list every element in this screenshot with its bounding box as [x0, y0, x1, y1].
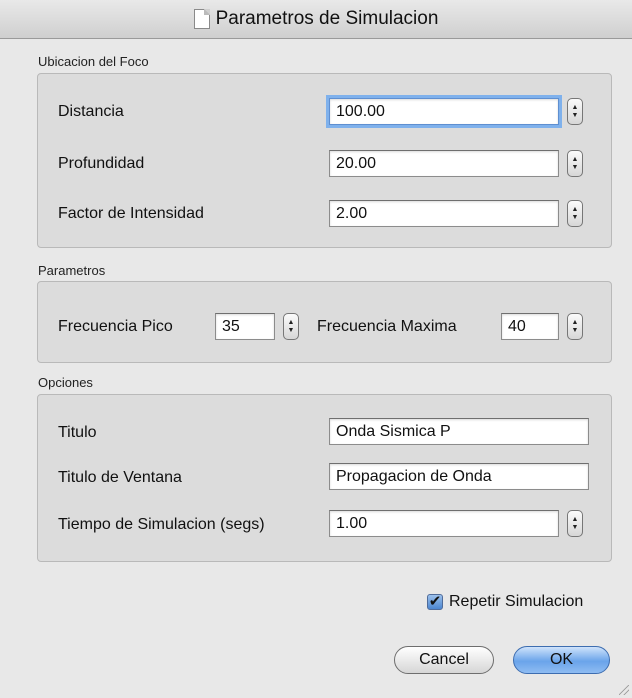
stepper-down-icon[interactable]: ▼	[572, 524, 579, 532]
label-factor-intensidad: Factor de Intensidad	[58, 205, 204, 222]
stepper-down-icon[interactable]: ▼	[572, 327, 579, 335]
checkmark-icon: ✔	[428, 593, 442, 610]
document-icon	[193, 9, 210, 29]
titulo-field[interactable]: Onda Sismica P	[329, 418, 589, 445]
label-frecuencia-pico: Frecuencia Pico	[58, 318, 173, 335]
label-distancia: Distancia	[58, 103, 124, 120]
frecuencia-pico-field[interactable]: 35	[215, 313, 275, 340]
cancel-button[interactable]: Cancel	[394, 646, 494, 674]
stepper-up-icon[interactable]: ▲	[572, 104, 579, 112]
frecuencia-maxima-stepper[interactable]: ▲ ▼	[567, 313, 583, 340]
titulo-ventana-field[interactable]: Propagacion de Onda	[329, 463, 589, 490]
factor-intensidad-field[interactable]: 2.00	[329, 200, 559, 227]
profundidad-stepper[interactable]: ▲ ▼	[567, 150, 583, 177]
label-titulo: Titulo	[58, 424, 97, 441]
window-titlebar[interactable]: Parametros de Simulacion	[0, 0, 632, 39]
stepper-down-icon[interactable]: ▼	[572, 112, 579, 120]
stepper-up-icon[interactable]: ▲	[572, 319, 579, 327]
frecuencia-pico-stepper[interactable]: ▲ ▼	[283, 313, 299, 340]
resize-grip-icon[interactable]	[619, 685, 629, 695]
label-frecuencia-maxima: Frecuencia Maxima	[317, 318, 457, 335]
stepper-down-icon[interactable]: ▼	[572, 164, 579, 172]
tiempo-simulacion-field[interactable]: 1.00	[329, 510, 559, 537]
ok-button[interactable]: OK	[513, 646, 610, 674]
group-label-opciones: Opciones	[38, 375, 93, 390]
stepper-up-icon[interactable]: ▲	[572, 206, 579, 214]
repetir-simulacion-checkbox[interactable]: ✔	[427, 594, 443, 610]
group-label-parametros: Parametros	[38, 263, 106, 278]
repetir-simulacion-label[interactable]: Repetir Simulacion	[449, 593, 583, 611]
stepper-down-icon[interactable]: ▼	[572, 214, 579, 222]
window-title: Parametros de Simulacion	[215, 8, 439, 29]
distancia-field[interactable]: 100.00	[329, 98, 559, 125]
stepper-up-icon[interactable]: ▲	[572, 156, 579, 164]
group-label-foco: Ubicacion del Foco	[38, 54, 149, 69]
distancia-stepper[interactable]: ▲ ▼	[567, 98, 583, 125]
tiempo-simulacion-stepper[interactable]: ▲ ▼	[567, 510, 583, 537]
stepper-down-icon[interactable]: ▼	[288, 327, 295, 335]
label-titulo-ventana: Titulo de Ventana	[58, 469, 182, 486]
frecuencia-maxima-field[interactable]: 40	[501, 313, 559, 340]
profundidad-field[interactable]: 20.00	[329, 150, 559, 177]
factor-intensidad-stepper[interactable]: ▲ ▼	[567, 200, 583, 227]
stepper-up-icon[interactable]: ▲	[288, 319, 295, 327]
label-tiempo-simulacion: Tiempo de Simulacion (segs)	[58, 516, 265, 533]
stepper-up-icon[interactable]: ▲	[572, 516, 579, 524]
label-profundidad: Profundidad	[58, 155, 145, 172]
